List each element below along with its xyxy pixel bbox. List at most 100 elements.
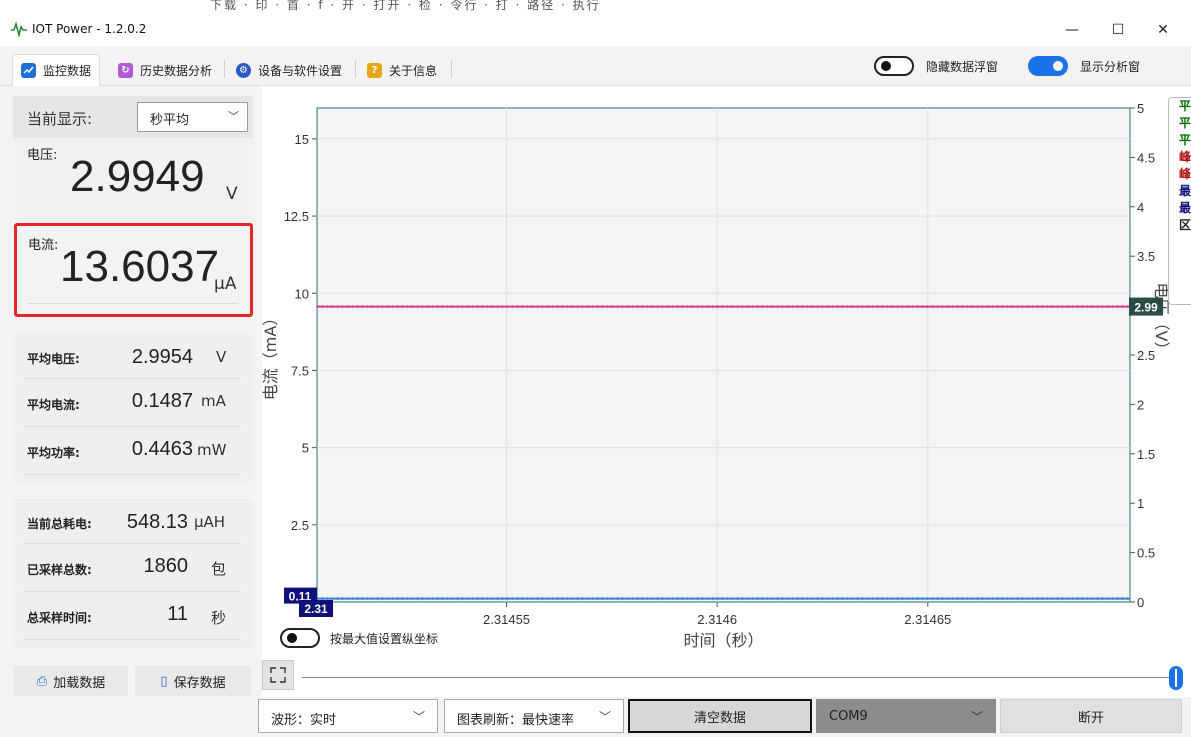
divider — [23, 591, 241, 592]
refresh-rate-select[interactable]: 图表刷新：最快速率 ﹀ — [444, 699, 624, 733]
sample-count-label: 已采样总数: — [27, 563, 92, 577]
voltage-label: 电压: — [27, 148, 58, 163]
avg-voltage-label: 平均电压: — [27, 352, 80, 366]
timeline-track[interactable] — [302, 677, 1183, 678]
tab-label: 设备与软件设置 — [258, 63, 343, 78]
sample-count-value: 1860 — [143, 555, 189, 577]
avg-voltage-value: 2.9954 — [131, 346, 193, 368]
y2-tick-label: 4.5 — [1137, 150, 1155, 165]
divider — [23, 426, 241, 427]
voltage-unit: V — [226, 184, 238, 204]
clear-data-button[interactable]: 清空数据 — [628, 699, 812, 733]
chevron-down-icon: ﹀ — [970, 710, 983, 724]
voltage-card: 电压: 2.9949 V — [13, 138, 253, 220]
waveform-select[interactable]: 波形：实时 ﹀ — [258, 699, 438, 733]
tab-label: 历史数据分析 — [140, 63, 213, 78]
display-mode-value: 秒平均 — [150, 113, 190, 128]
totals-card: 当前总耗电: 548.13 μAH 已采样总数: 1860 包 总采样时间: 1… — [13, 499, 253, 647]
avg-power-unit: mW — [197, 441, 227, 459]
bottom-toolbar: 波形：实时 ﹀ 图表刷新：最快速率 ﹀ 清空数据 COM9 ﹀ 断开 — [0, 697, 1191, 737]
y2-tick-label: 1 — [1137, 496, 1144, 511]
chevron-down-icon: ﹀ — [228, 110, 239, 123]
load-file-icon: ⎙ — [36, 673, 48, 689]
divider — [23, 378, 241, 379]
display-mode-select[interactable]: 秒平均 ﹀ — [137, 102, 248, 132]
avg-voltage-unit: V — [216, 348, 227, 366]
average-stats-card: 平均电压: 2.9954 V 平均电流: 0.1487 mA 平均功率: 0.4… — [13, 334, 253, 482]
y2-tick-label: 0.5 — [1137, 546, 1155, 561]
refresh-rate-value: 图表刷新：最快速率 — [457, 713, 575, 728]
chart-line-icon — [21, 63, 36, 78]
y2-value-label: 2.99 — [1134, 301, 1158, 315]
x-tick-label: 2.31465 — [904, 612, 951, 627]
tab-bar: 监控数据 ↻ 历史数据分析 ⚙ 设备与软件设置 ? 关于信息 隐藏数据浮窗 显示… — [0, 46, 1191, 86]
window-title: IOT Power - 1.2.0.2 — [32, 22, 147, 36]
show-analysis-toggle[interactable] — [1028, 56, 1068, 76]
tab-divider — [451, 60, 452, 78]
legend-item: 峰 — [1179, 150, 1191, 164]
y-axis-title: 电流（mA） — [262, 310, 280, 401]
hide-float-label: 隐藏数据浮窗 — [926, 60, 999, 74]
port-select[interactable]: COM9 ﹀ — [816, 699, 996, 733]
tab-about[interactable]: ? 关于信息 — [359, 54, 445, 86]
plot-background — [316, 107, 1131, 603]
total-consumption-value: 548.13 — [126, 511, 188, 533]
y-tick-label: 12.5 — [284, 209, 309, 224]
y2-tick-label: 1.5 — [1137, 447, 1155, 462]
current-unit: μA — [214, 274, 237, 294]
legend-item: 峰 — [1179, 167, 1191, 181]
y-tick-label: 10 — [295, 286, 309, 301]
tab-monitor[interactable]: 监控数据 — [12, 54, 101, 86]
disconnect-button[interactable]: 断开 — [1000, 699, 1182, 733]
divider — [23, 543, 241, 544]
background-window-strip: 下载 · 印 · 首 · f · 开 · 打开 · 检 · 令行 · 打 · 路… — [0, 0, 1191, 14]
chart-area: 2.31455 2.3146 2.31465 2.5 5 7.5 10 12.5 15 0 0.5 1… — [261, 86, 1191, 652]
legend-item: 平 — [1179, 133, 1191, 147]
y2-tick-label: 5 — [1137, 101, 1144, 116]
x-tick-label: 2.3146 — [697, 612, 737, 627]
chevron-down-icon: ﹀ — [598, 710, 611, 724]
app-logo-icon — [11, 21, 27, 37]
save-data-button[interactable]: ▯ 保存数据 — [135, 666, 251, 696]
y-tick-label: 2.5 — [291, 518, 309, 533]
minimize-button[interactable]: — — [1052, 18, 1092, 42]
hide-float-toggle[interactable] — [874, 56, 914, 76]
save-data-label: 保存数据 — [173, 675, 226, 691]
divider — [23, 639, 241, 640]
legend-item: 平 — [1179, 99, 1191, 113]
y2-tick-label: 3.5 — [1137, 249, 1155, 264]
fullscreen-button[interactable] — [262, 660, 294, 690]
current-value: 13.6037 — [60, 242, 220, 291]
load-data-label: 加载数据 — [53, 675, 106, 691]
y2-tick-label: 0 — [1137, 595, 1144, 610]
timeline-slider-handle[interactable] — [1169, 666, 1183, 690]
tab-settings[interactable]: ⚙ 设备与软件设置 — [228, 54, 350, 86]
legend-item: 平 — [1179, 116, 1191, 130]
sample-count-unit: 包 — [211, 560, 227, 578]
settings-icon: ⚙ — [236, 62, 251, 78]
y2-tick-label: 4 — [1137, 200, 1144, 215]
y-tick-label: 7.5 — [291, 363, 309, 378]
sample-time-label: 总采样时间: — [27, 611, 92, 625]
analysis-legend-panel: 平平平峰峰最最区 — [1168, 97, 1191, 305]
close-button[interactable]: ✕ — [1143, 18, 1183, 42]
save-icon: ▯ — [160, 673, 168, 689]
waveform-value: 波形：实时 — [271, 713, 337, 728]
divider — [23, 474, 241, 475]
history-icon: ↻ — [118, 62, 133, 78]
legend-list: 平平平峰峰最最区 — [1169, 98, 1191, 234]
max-axis-toggle[interactable] — [280, 628, 320, 648]
voltage-value: 2.9949 — [70, 152, 205, 201]
maximize-button[interactable]: ☐ — [1098, 18, 1138, 42]
background-window-text: 下载 · 印 · 首 · f · 开 · 打开 · 检 · 令行 · 打 · 路… — [210, 0, 601, 12]
tab-history[interactable]: ↻ 历史数据分析 — [110, 54, 220, 86]
help-icon: ? — [367, 62, 382, 78]
load-data-button[interactable]: ⎙ 加载数据 — [14, 666, 128, 696]
current-voltage-chart[interactable]: 2.31455 2.3146 2.314652.557.51012.51500.51… — [261, 86, 1191, 652]
avg-current-value: 0.1487 — [131, 390, 193, 412]
timeline-slider-row — [262, 660, 1191, 694]
clear-data-label: 清空数据 — [693, 710, 746, 726]
legend-item: 区 — [1179, 218, 1191, 232]
y-tick-label: 5 — [302, 441, 309, 456]
tab-label: 监控数据 — [43, 64, 92, 78]
